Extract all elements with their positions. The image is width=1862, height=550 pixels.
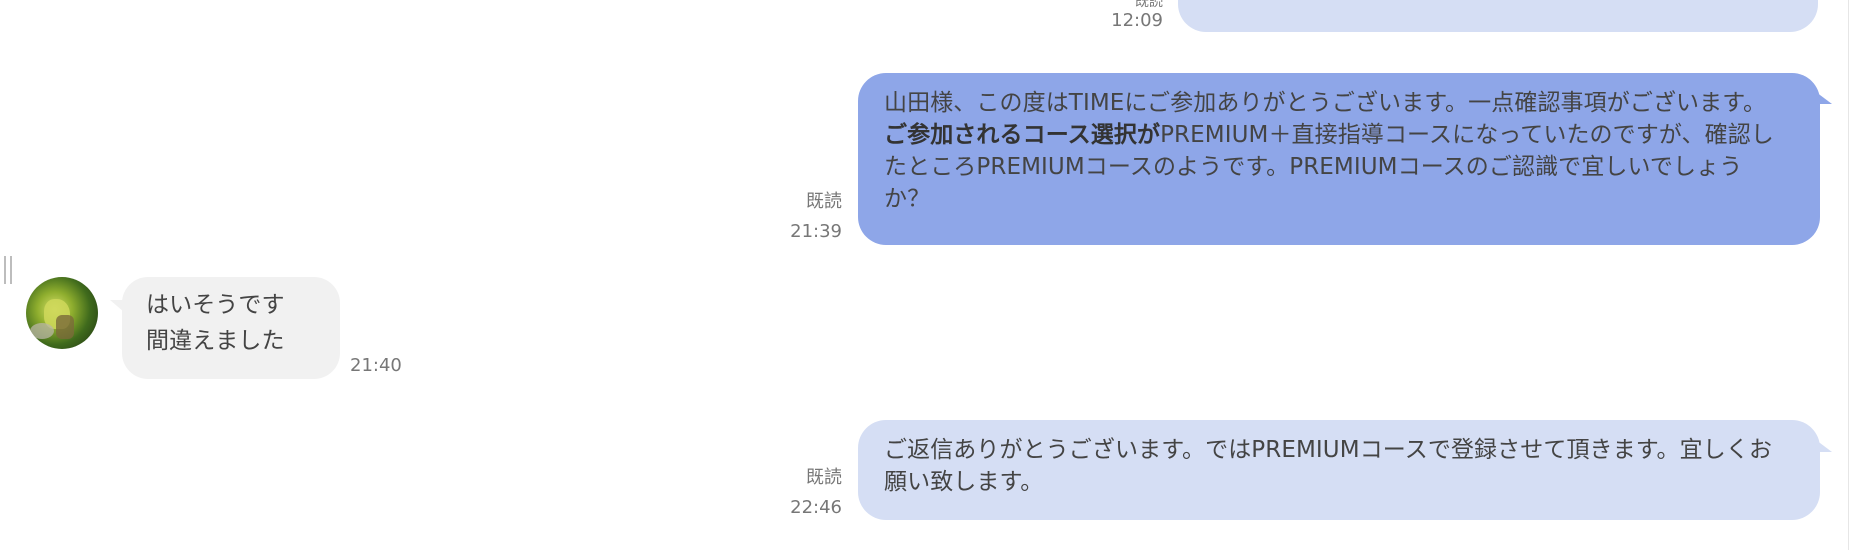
bubble-tail [1816, 92, 1832, 104]
message-bubble[interactable]: ご返信ありがとうございます。ではPREMIUMコースで登録させて頂きます。宜しく… [858, 420, 1820, 520]
message-text: 山田様、この度はTIMEにご参加ありがとうございます。一点確認事項がございます。 [884, 90, 1767, 116]
message-text-bold: ご参加されるコース選択が [884, 122, 1161, 148]
chat-thread: 既読 12:09 既読 21:39 山田様、この度はTIMEにご参加ありがとうご… [0, 0, 1862, 550]
message-time: 22:46 [790, 497, 842, 518]
message-bubble-selected[interactable]: 山田様、この度はTIMEにご参加ありがとうございます。一点確認事項がございます。… [858, 73, 1820, 245]
panel-divider [1848, 0, 1849, 550]
message-time: 21:39 [790, 221, 842, 242]
bubble-tail [1816, 440, 1832, 452]
resize-handle-icon[interactable] [4, 256, 14, 284]
read-status-label: 既読 [806, 467, 842, 488]
user-avatar[interactable] [26, 277, 98, 349]
message-time: 12:09 [1111, 10, 1163, 31]
message-text-line-2: 間違えました [146, 328, 285, 354]
message-time: 21:40 [350, 355, 402, 376]
message-bubble[interactable] [1178, 0, 1818, 32]
message-text: ご返信ありがとうございます。ではPREMIUMコースで登録させて頂きます。宜しく… [884, 437, 1773, 495]
read-status-label: 既読 [806, 191, 842, 212]
message-text-line-1: はいそうです [146, 292, 285, 318]
message-bubble[interactable]: はいそうです 間違えました [122, 277, 340, 379]
